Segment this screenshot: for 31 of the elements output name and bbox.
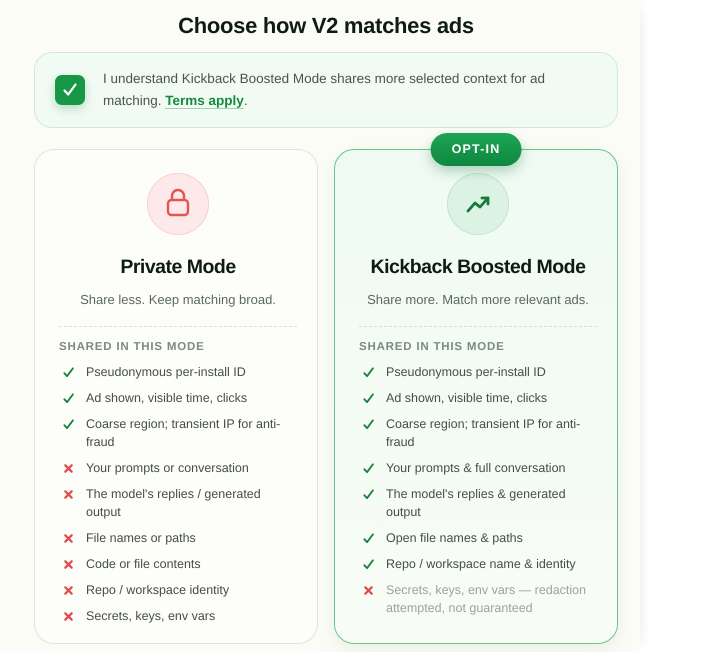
feature-item: The model's replies / generated output [86, 486, 262, 521]
section-label: SHARED IN THIS MODE [359, 340, 506, 355]
consent-text: I understand Kickback Boosted Mode shares more selected context for ad matching. Terms apply. [103, 70, 546, 111]
feature-item: File names or paths [86, 530, 196, 547]
feature-item: Coarse region; transient IP for anti-fraud [386, 416, 582, 451]
checkmark-icon [62, 82, 78, 98]
mode-tagline: Share more. Match more relevant ads. [366, 291, 590, 309]
feature-item: Pseudonymous per-install ID [386, 364, 546, 381]
trend-up-icon [447, 173, 509, 235]
feature-item: Coarse region; transient IP for anti-fraud [86, 416, 282, 451]
mode-badge: OPT-IN [430, 133, 522, 166]
page-title: Choose how V2 matches ads [177, 12, 475, 40]
feature-item: Your prompts & full conversation [386, 460, 566, 477]
feature-item: Ad shown, visible time, clicks [386, 390, 548, 407]
mode-title: Private Mode [119, 255, 237, 280]
feature-item: Repo / workspace identity [86, 582, 230, 599]
feature-item: Secrets, keys, env vars — redaction attempted, not guaranteed [386, 582, 588, 617]
feature-item: Repo / workspace name & identity [386, 556, 576, 573]
mode-tagline: Share less. Keep matching broad. [79, 291, 277, 309]
consent-checkbox[interactable] [55, 75, 85, 105]
feature-item: Pseudonymous per-install ID [86, 364, 246, 381]
feature-item: The model's replies & generated output [386, 486, 567, 521]
feature-item: Secrets, keys, env vars [86, 608, 216, 625]
lock-icon [147, 173, 209, 235]
feature-item: Your prompts or conversation [86, 460, 249, 477]
section-label: SHARED IN THIS MODE [59, 340, 206, 355]
mode-title: Kickback Boosted Mode [370, 255, 586, 280]
feature-item: Ad shown, visible time, clicks [86, 390, 248, 407]
feature-item: Open file names & paths [386, 530, 523, 547]
terms-link[interactable]: Terms apply [165, 93, 244, 109]
feature-item: Code or file contents [86, 556, 201, 573]
